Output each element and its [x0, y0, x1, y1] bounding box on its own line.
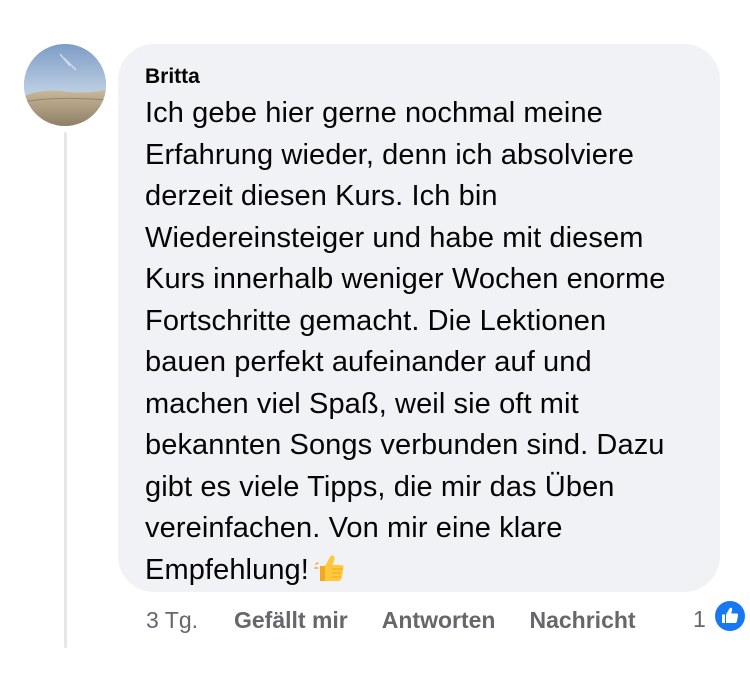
avatar[interactable]	[24, 44, 106, 126]
reaction-count[interactable]: 1	[693, 604, 706, 634]
comment-thread: Britta Ich gebe hier gerne nochmal meine…	[0, 0, 750, 680]
message-button[interactable]: Nachricht	[529, 607, 635, 634]
comment-body: Ich gebe hier gerne nochmal meine Erfahr…	[145, 93, 696, 591]
avatar-image	[24, 44, 106, 126]
comment-bubble: Britta Ich gebe hier gerne nochmal meine…	[118, 44, 720, 592]
thread-line	[64, 132, 67, 648]
reply-button[interactable]: Antworten	[382, 607, 496, 634]
comment-timestamp[interactable]: 3 Tg.	[146, 607, 198, 634]
thumbs-up-emoji-icon	[313, 551, 347, 585]
comment-actions: 3 Tg. Gefällt mir Antworten Nachricht	[146, 600, 636, 640]
comment-text: Ich gebe hier gerne nochmal meine Erfahr…	[145, 97, 666, 586]
like-reaction-icon[interactable]	[712, 598, 748, 634]
comment-author[interactable]: Britta	[145, 62, 696, 92]
like-button[interactable]: Gefällt mir	[234, 607, 348, 634]
